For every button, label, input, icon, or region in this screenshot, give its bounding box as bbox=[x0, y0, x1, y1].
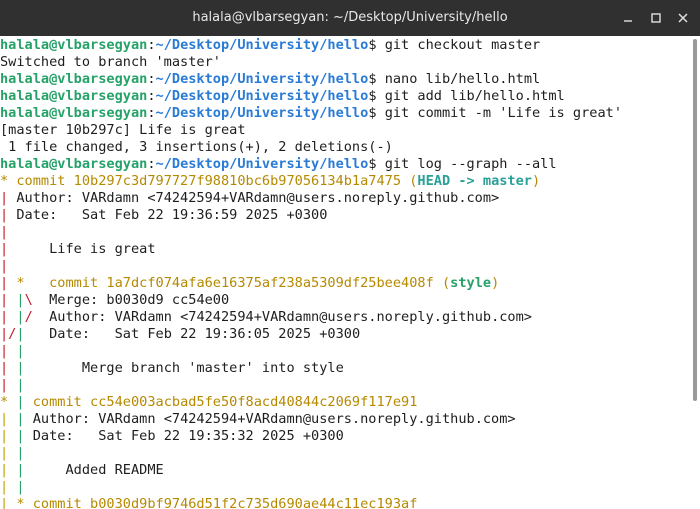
prompt-dollar: $ bbox=[368, 88, 385, 104]
prompt-line: halala@vlbarsegyan:~/Desktop/University/… bbox=[0, 156, 557, 173]
head-ref: HEAD -> master bbox=[417, 173, 532, 189]
terminal-output[interactable]: halala@vlbarsegyan:~/Desktop/University/… bbox=[0, 36, 690, 509]
command-text: git log --graph --all bbox=[384, 156, 557, 172]
log-line: | bbox=[0, 258, 9, 274]
commit-date: Date: Sat Feb 22 19:35:32 2025 +0300 bbox=[32, 428, 344, 444]
commit-message: Life is great bbox=[49, 241, 156, 257]
commit-author: Author: VARdamn <74242594+VARdamn@users.… bbox=[16, 190, 500, 206]
prompt-dollar: $ bbox=[368, 156, 385, 172]
log-line: | | Author: VARdamn <74242594+VARdamn@us… bbox=[0, 411, 516, 427]
prompt-user: halala@vlbarsegyan bbox=[0, 156, 148, 172]
log-line: | | Merge branch 'master' into style bbox=[0, 360, 344, 376]
close-icon bbox=[678, 13, 688, 23]
commit-hash: commit b0030d9bf9746d51f2c735d690ae44c11… bbox=[32, 496, 418, 509]
log-line: | Author: VARdamn <74242594+VARdamn@user… bbox=[0, 190, 500, 206]
prompt-line: halala@vlbarsegyan:~/Desktop/University/… bbox=[0, 71, 540, 88]
commit-message: Added README bbox=[65, 462, 164, 478]
log-line: | bbox=[0, 224, 9, 240]
log-line: | Date: Sat Feb 22 19:36:59 2025 +0300 bbox=[0, 207, 328, 223]
log-commit-line: | * commit 1a7dcf074afa6e16375af238a5309… bbox=[0, 275, 500, 291]
log-line: | | bbox=[0, 479, 25, 495]
prompt-path: ~/Desktop/University/hello bbox=[155, 156, 369, 172]
log-commit-line: | * commit b0030d9bf9746d51f2c735d690ae4… bbox=[0, 496, 417, 509]
output-line: [master 10b297c] Life is great bbox=[0, 122, 246, 138]
prompt-user: halala@vlbarsegyan bbox=[0, 88, 148, 104]
minimize-icon bbox=[624, 20, 632, 22]
commit-hash: commit cc54e003acbad5fe50f8acd40844c2069… bbox=[32, 394, 418, 410]
prompt-sep: : bbox=[147, 37, 156, 53]
commit-merge: Merge: b0030d9 cc54e00 bbox=[49, 292, 230, 308]
prompt-user: halala@vlbarsegyan bbox=[0, 37, 148, 53]
commit-author: Author: VARdamn <74242594+VARdamn@users.… bbox=[49, 309, 532, 325]
log-line: | |\ Merge: b0030d9 cc54e00 bbox=[0, 292, 230, 308]
prompt-path: ~/Desktop/University/hello bbox=[155, 71, 369, 87]
close-button[interactable] bbox=[673, 8, 693, 28]
commit-hash: commit 1a7dcf074afa6e16375af238a5309df25… bbox=[49, 275, 434, 291]
window-titlebar[interactable]: halala@vlbarsegyan: ~/Desktop/University… bbox=[0, 0, 700, 36]
output-line: Switched to branch 'master' bbox=[0, 54, 221, 70]
minimize-button[interactable] bbox=[618, 8, 638, 28]
prompt-path: ~/Desktop/University/hello bbox=[155, 37, 369, 53]
prompt-user: halala@vlbarsegyan bbox=[0, 71, 148, 87]
prompt-line: halala@vlbarsegyan:~/Desktop/University/… bbox=[0, 37, 540, 54]
maximize-button[interactable] bbox=[646, 8, 666, 28]
prompt-line: halala@vlbarsegyan:~/Desktop/University/… bbox=[0, 105, 622, 122]
prompt-sep: : bbox=[147, 156, 156, 172]
log-line: | | Added README bbox=[0, 462, 164, 478]
prompt-dollar: $ bbox=[368, 37, 385, 53]
commit-hash: commit 10b297c3d797727f98810bc6b97056134… bbox=[16, 173, 402, 189]
log-line: | Life is great bbox=[0, 241, 156, 257]
scrollbar-thumb[interactable] bbox=[693, 39, 697, 401]
command-text: nano lib/hello.html bbox=[384, 71, 541, 87]
commit-date: Date: Sat Feb 22 19:36:59 2025 +0300 bbox=[16, 207, 328, 223]
log-commit-line: * | commit cc54e003acbad5fe50f8acd40844c… bbox=[0, 394, 418, 410]
prompt-user: halala@vlbarsegyan bbox=[0, 105, 148, 121]
prompt-sep: : bbox=[147, 71, 156, 87]
prompt-sep: : bbox=[147, 88, 156, 104]
log-line: | | bbox=[0, 445, 25, 461]
log-line: | |/ Author: VARdamn <74242594+VARdamn@u… bbox=[0, 309, 532, 325]
log-line: | | Date: Sat Feb 22 19:35:32 2025 +0300 bbox=[0, 428, 344, 444]
command-text: git checkout master bbox=[384, 37, 541, 53]
prompt-sep: : bbox=[147, 105, 156, 121]
maximize-icon bbox=[651, 13, 661, 23]
command-text: git commit -m 'Life is great' bbox=[384, 105, 623, 121]
prompt-dollar: $ bbox=[368, 71, 385, 87]
commit-author: Author: VARdamn <74242594+VARdamn@users.… bbox=[32, 411, 516, 427]
prompt-path: ~/Desktop/University/hello bbox=[155, 105, 369, 121]
commit-date: Date: Sat Feb 22 19:36:05 2025 +0300 bbox=[49, 326, 361, 342]
log-line: | | bbox=[0, 377, 25, 393]
log-commit-line: * commit 10b297c3d797727f98810bc6b970561… bbox=[0, 173, 541, 189]
commit-message: Merge branch 'master' into style bbox=[81, 360, 344, 376]
log-line: |/| Date: Sat Feb 22 19:36:05 2025 +0300 bbox=[0, 326, 361, 342]
prompt-path: ~/Desktop/University/hello bbox=[155, 88, 369, 104]
window-title: halala@vlbarsegyan: ~/Desktop/University… bbox=[192, 10, 508, 25]
output-line: 1 file changed, 3 insertions(+), 2 delet… bbox=[0, 139, 393, 155]
command-text: git add lib/hello.html bbox=[384, 88, 565, 104]
branch-ref: style bbox=[450, 275, 492, 291]
prompt-line: halala@vlbarsegyan:~/Desktop/University/… bbox=[0, 88, 565, 105]
log-line: | | bbox=[0, 343, 25, 359]
prompt-dollar: $ bbox=[368, 105, 385, 121]
